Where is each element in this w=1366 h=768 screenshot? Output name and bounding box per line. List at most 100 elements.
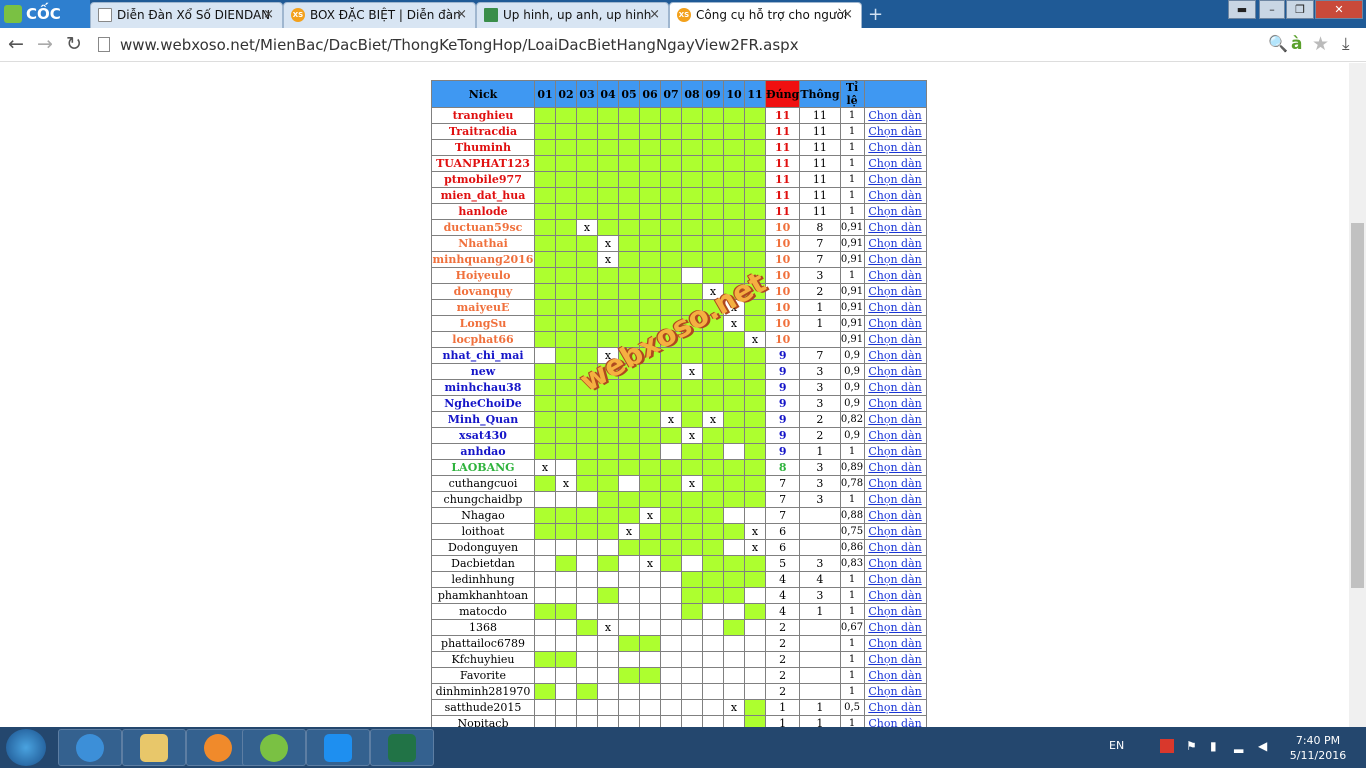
day-cell (618, 667, 640, 684)
chon-dan-link[interactable]: Chọn dàn (868, 493, 921, 506)
header-day: 07 (660, 80, 682, 108)
scroll-thumb[interactable] (1351, 223, 1364, 588)
tab-close-icon[interactable]: × (456, 3, 467, 27)
chon-dan-link[interactable]: Chọn dàn (868, 301, 921, 314)
day-cell (555, 139, 577, 156)
chon-dan-link[interactable]: Chọn dàn (868, 125, 921, 138)
chon-dan-link[interactable]: Chọn dàn (868, 237, 921, 250)
chon-dan-link[interactable]: Chọn dàn (868, 477, 921, 490)
tab-close-icon[interactable]: × (263, 3, 274, 27)
dung-cell: 9 (764, 411, 801, 428)
tab-close-icon[interactable]: × (842, 3, 853, 27)
chon-dan-link[interactable]: Chọn dàn (868, 205, 921, 218)
chon-dan-link[interactable]: Chọn dàn (868, 109, 921, 122)
tab-cong-cu[interactable]: XS Công cụ hỗ trợ cho người × (669, 2, 862, 28)
chon-dan-link[interactable]: Chọn dàn (868, 365, 921, 378)
coccoc-taskbar-icon[interactable] (242, 729, 306, 766)
chon-dan-link[interactable]: Chọn dàn (868, 621, 921, 634)
dung-cell: 9 (764, 427, 801, 444)
nick-cell: Favorite (431, 667, 535, 684)
day-cell: x (534, 459, 556, 476)
chon-dan-link[interactable]: Chọn dàn (868, 141, 921, 154)
bookmark-star-icon[interactable]: ★ (1312, 33, 1329, 55)
media-player-taskbar-icon[interactable] (186, 729, 250, 766)
day-cell: x (681, 363, 703, 380)
chon-dan-link[interactable]: Chọn dàn (868, 173, 921, 186)
day-cell (618, 715, 640, 727)
antivirus-tray-icon[interactable] (1160, 739, 1174, 753)
chon-dan-link[interactable]: Chọn dàn (868, 349, 921, 362)
chon-dan-link[interactable]: Chọn dàn (868, 157, 921, 170)
tab-close-icon[interactable]: × (649, 3, 660, 27)
action-center-icon[interactable]: ⚑ (1186, 739, 1200, 753)
chon-dan-link[interactable]: Chọn dàn (868, 253, 921, 266)
chon-dan-link[interactable]: Chọn dàn (868, 333, 921, 346)
chon-dan-link[interactable]: Chọn dàn (868, 429, 921, 442)
chon-dan-link[interactable]: Chọn dàn (868, 269, 921, 282)
table-row: NgheChoiDe 9 3 0,9 Chọn dàn (431, 395, 927, 412)
thong-cell: 3 (799, 491, 841, 508)
close-window-button[interactable]: ✕ (1315, 0, 1363, 19)
coccoc-logo[interactable]: CỐC CỐC (0, 0, 90, 51)
chon-dan-link[interactable]: Chọn dàn (868, 397, 921, 410)
ie-taskbar-icon[interactable] (58, 729, 122, 766)
chon-dan-link[interactable]: Chọn dàn (868, 637, 921, 650)
new-tab-icon[interactable]: + (868, 4, 883, 25)
network-icon[interactable]: ▂ (1234, 739, 1248, 753)
explorer-taskbar-icon[interactable] (122, 729, 186, 766)
chon-dan-link[interactable]: Chọn dàn (868, 525, 921, 538)
scrollbar[interactable] (1349, 63, 1366, 727)
chon-dan-link[interactable]: Chọn dàn (868, 509, 921, 522)
chon-dan-link[interactable]: Chọn dàn (868, 701, 921, 714)
url-field[interactable]: www.webxoso.net/MienBac/DacBiet/ThongKeT… (96, 33, 1336, 57)
tab-diendan[interactable]: Diễn Đàn Xổ Số DIENDAN × (90, 2, 283, 28)
forward-icon[interactable]: → (37, 33, 53, 55)
chon-dan-link[interactable]: Chọn dàn (868, 557, 921, 570)
day-cell (534, 107, 556, 124)
chon-dan-link[interactable]: Chọn dàn (868, 669, 921, 682)
chon-dan-link[interactable]: Chọn dàn (868, 189, 921, 202)
chon-dan-cell: Chọn dàn (863, 635, 927, 652)
chon-dan-link[interactable]: Chọn dàn (868, 221, 921, 234)
chon-dan-link[interactable]: Chọn dàn (868, 685, 921, 698)
day-cell (660, 107, 682, 124)
table-row: loithoat x x 6 0,75 Chọn dàn (431, 523, 927, 540)
back-icon[interactable]: ← (8, 33, 24, 55)
chon-dan-link[interactable]: Chọn dàn (868, 605, 921, 618)
chon-dan-link[interactable]: Chọn dàn (868, 285, 921, 298)
minimize-button[interactable]: – (1259, 0, 1285, 19)
day-cell (702, 331, 724, 348)
tab-box-dac-biet[interactable]: XS BOX ĐẶC BIỆT | Diễn đàn × (283, 2, 476, 28)
start-button[interactable] (6, 729, 46, 766)
battery-icon[interactable]: ▮ (1210, 739, 1224, 753)
chon-dan-link[interactable]: Chọn dàn (868, 653, 921, 666)
day-cell (534, 171, 556, 188)
reload-icon[interactable]: ↻ (66, 33, 82, 55)
excel-taskbar-icon[interactable] (370, 729, 434, 766)
volume-icon[interactable]: ◀ (1258, 739, 1272, 753)
chon-dan-link[interactable]: Chọn dàn (868, 541, 921, 554)
chon-dan-link[interactable]: Chọn dàn (868, 717, 921, 727)
chon-dan-link[interactable]: Chọn dàn (868, 461, 921, 474)
tab-up-hinh[interactable]: Up hinh, up anh, up hinh × (476, 2, 669, 28)
day-cell (723, 411, 745, 428)
nick-cell: Nhagao (431, 507, 535, 524)
menu-button[interactable]: ▬ (1228, 0, 1256, 19)
chon-dan-link[interactable]: Chọn dàn (868, 573, 921, 586)
download-icon[interactable]: ⤓ (1342, 33, 1350, 55)
chon-dan-link[interactable]: Chọn dàn (868, 381, 921, 394)
day-cell (534, 235, 556, 252)
zalo-taskbar-icon[interactable] (306, 729, 370, 766)
translate-icon[interactable]: à (1291, 33, 1302, 55)
chon-dan-link[interactable]: Chọn dàn (868, 413, 921, 426)
day-cell (555, 571, 577, 588)
language-indicator[interactable]: EN (1109, 739, 1124, 752)
chon-dan-link[interactable]: Chọn dàn (868, 589, 921, 602)
nick-cell: anhdao (431, 443, 535, 460)
header-day: 09 (702, 80, 724, 108)
zoom-icon[interactable]: 🔍 (1268, 33, 1288, 55)
chon-dan-link[interactable]: Chọn dàn (868, 317, 921, 330)
system-clock[interactable]: 7:40 PM 5/11/2016 (1284, 733, 1352, 763)
chon-dan-link[interactable]: Chọn dàn (868, 445, 921, 458)
maximize-button[interactable]: ❐ (1286, 0, 1314, 19)
